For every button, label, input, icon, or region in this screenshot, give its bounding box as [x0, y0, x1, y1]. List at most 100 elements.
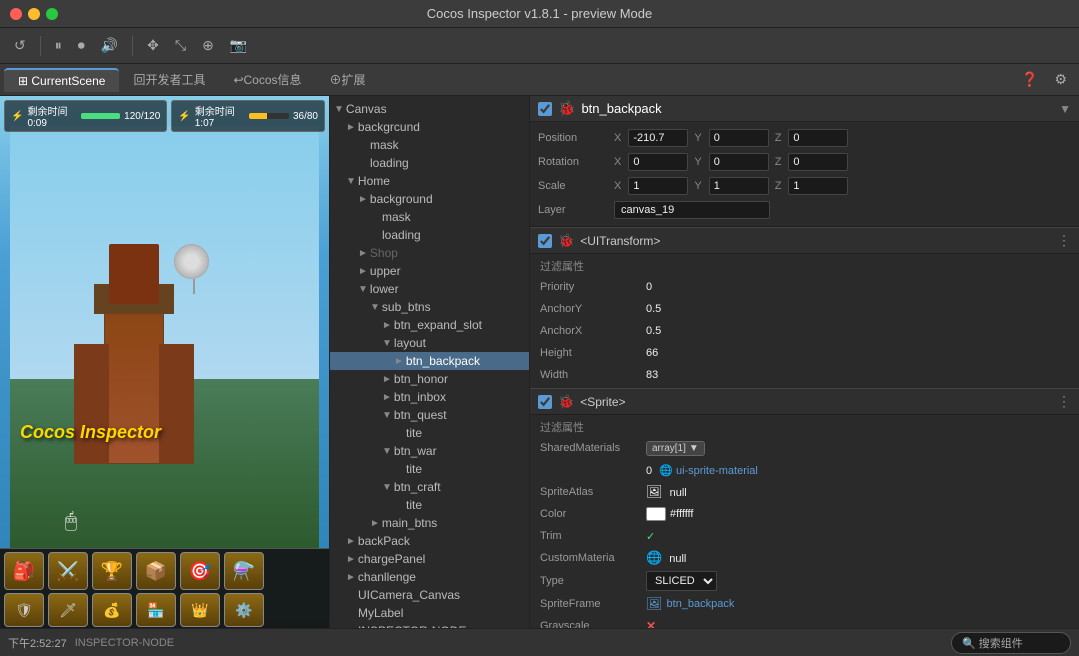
scale-y-input[interactable] — [709, 177, 769, 195]
tree-item[interactable]: ►upper — [330, 262, 529, 280]
height-value: 66 — [646, 347, 1069, 359]
pause-button[interactable]: ⏸ — [49, 33, 68, 58]
preview-hud: ⚡ 剩余时间 0:09 120/120 ⚡ 剩余时间 1:07 36/80 — [4, 100, 325, 132]
castle-area: Cocos Inspector — [10, 126, 319, 548]
tree-item[interactable]: ►main_btns — [330, 514, 529, 532]
hud-icon-5[interactable]: 🎯 — [180, 552, 220, 590]
rotation-y-input[interactable] — [709, 153, 769, 171]
hud-row-1: 🎒 ⚔️ 🏆 📦 🎯 ⚗️ — [0, 549, 329, 593]
hud-icon-6[interactable]: ⚗️ — [224, 552, 264, 590]
tree-item[interactable]: mask — [330, 208, 529, 226]
hud-icon-7[interactable]: 🛡 — [4, 593, 44, 627]
tree-item[interactable]: loading — [330, 154, 529, 172]
hud-icon-1[interactable]: 🎒 — [4, 552, 44, 590]
record-button[interactable]: ⏺ — [72, 33, 91, 58]
tree-item[interactable]: UICamera_Canvas — [330, 586, 529, 604]
tree-item[interactable]: ►backPack — [330, 532, 529, 550]
help-icon[interactable]: ❓ — [1013, 67, 1046, 92]
tree-item[interactable]: ▼sub_btns — [330, 298, 529, 316]
tree-arrow-icon: ▼ — [370, 302, 380, 313]
tab-dev-tools[interactable]: 回开发者工具 — [119, 67, 219, 92]
tree-item[interactable]: tite — [330, 496, 529, 514]
tree-item[interactable]: loading — [330, 226, 529, 244]
close-button[interactable] — [10, 8, 22, 20]
tree-item[interactable]: tite — [330, 460, 529, 478]
position-y-input[interactable] — [709, 129, 769, 147]
refresh-button[interactable]: ↺ — [8, 33, 32, 58]
hud-icon-3[interactable]: 🏆 — [92, 552, 132, 590]
type-select[interactable]: SLICED SIMPLE TILED FILLED — [646, 571, 717, 591]
hud-bar-1 — [81, 113, 121, 119]
tree-item[interactable]: ▼Canvas — [330, 100, 529, 118]
priority-row: Priority 0 — [530, 276, 1079, 298]
tree-arrow-icon: ▼ — [382, 446, 392, 457]
scale-x-input[interactable] — [628, 177, 688, 195]
tree-arrow-icon: ► — [358, 194, 368, 205]
tree-item[interactable]: ►btn_backpack — [330, 352, 529, 370]
layer-row: Layer — [538, 198, 1071, 222]
tree-item[interactable]: tite — [330, 424, 529, 442]
sprite-frame-link[interactable]: btn_backpack — [667, 598, 735, 610]
material-link[interactable]: 🌐 — [659, 465, 673, 477]
window-controls[interactable] — [10, 8, 58, 20]
rotation-z-input[interactable] — [788, 153, 848, 171]
tab-current-scene[interactable]: ⊞ CurrentScene — [4, 68, 119, 92]
scale-tool-button[interactable]: ⤡ — [169, 33, 192, 58]
node-collapse-icon[interactable]: ▼ — [1059, 102, 1071, 116]
anchor-tool-button[interactable]: ⊕ — [196, 33, 220, 58]
hud-icon-4[interactable]: 📦 — [136, 552, 176, 590]
node-enabled-checkbox[interactable] — [538, 102, 552, 116]
tree-item[interactable]: INSPECTOR-NODE — [330, 622, 529, 628]
tree-item[interactable]: ►btn_inbox — [330, 388, 529, 406]
uitransform-header: 🐞 <UITransform> ⋮ — [530, 227, 1079, 254]
settings-icon[interactable]: ⚙ — [1046, 67, 1075, 92]
tree-item[interactable]: ►btn_expand_slot — [330, 316, 529, 334]
position-x-input[interactable] — [628, 129, 688, 147]
window-title: Cocos Inspector v1.8.1 - preview Mode — [427, 6, 652, 21]
status-bar: 下午2:52:27 INSPECTOR-NODE 🔍 搜索组件 — [0, 628, 1079, 656]
sprite-enabled-checkbox[interactable] — [538, 395, 552, 409]
hud-icon-8[interactable]: 🗡 — [48, 593, 88, 627]
tree-item[interactable]: ►chargePanel — [330, 550, 529, 568]
sprite-menu-icon[interactable]: ⋮ — [1057, 393, 1071, 410]
tree-item[interactable]: ▼btn_quest — [330, 406, 529, 424]
preview-panel: ⚡ 剩余时间 0:09 120/120 ⚡ 剩余时间 1:07 36/80 — [0, 96, 330, 628]
tab-extensions[interactable]: ⊕扩展 — [316, 67, 380, 92]
tree-item[interactable]: ►Shop — [330, 244, 529, 262]
tree-item[interactable]: ►background — [330, 190, 529, 208]
hud-icon-11[interactable]: 👑 — [180, 593, 220, 627]
color-swatch-box[interactable] — [646, 507, 666, 521]
uitransform-enabled-checkbox[interactable] — [538, 234, 552, 248]
hud-icon-10[interactable]: 🏪 — [136, 593, 176, 627]
rotation-x-input[interactable] — [628, 153, 688, 171]
tree-item[interactable]: MyLabel — [330, 604, 529, 622]
tree-item[interactable]: ►btn_honor — [330, 370, 529, 388]
material-name-link[interactable]: ui-sprite-material — [676, 465, 758, 477]
layer-input[interactable] — [614, 201, 770, 219]
move-tool-button[interactable]: ✥ — [141, 33, 165, 58]
search-box[interactable]: 🔍 搜索组件 — [951, 632, 1071, 654]
tree-item[interactable]: ▼lower — [330, 280, 529, 298]
tree-item[interactable]: ▼btn_war — [330, 442, 529, 460]
position-z-input[interactable] — [788, 129, 848, 147]
tree-item[interactable]: ▼btn_craft — [330, 478, 529, 496]
scene-tree: ▼Canvas►backgrcundmaskloading▼Home►backg… — [330, 96, 529, 628]
audio-button[interactable]: 🔊 — [95, 33, 124, 58]
cursor-indicator: 🖱 — [65, 510, 77, 533]
screenshot-button[interactable]: 📷 — [224, 33, 253, 58]
tree-item[interactable]: ▼Home — [330, 172, 529, 190]
minimize-button[interactable] — [28, 8, 40, 20]
maximize-button[interactable] — [46, 8, 58, 20]
hud-icon-2[interactable]: ⚔️ — [48, 552, 88, 590]
grayscale-value[interactable]: ✕ — [646, 619, 656, 628]
uitransform-menu-icon[interactable]: ⋮ — [1057, 232, 1071, 249]
hud-icon-9[interactable]: 💰 — [92, 593, 132, 627]
scale-z-input[interactable] — [788, 177, 848, 195]
tree-item[interactable]: mask — [330, 136, 529, 154]
hud-icon-12[interactable]: ⚙️ — [224, 593, 264, 627]
tab-cocos-info[interactable]: ↩Cocos信息 — [219, 67, 315, 92]
tree-item[interactable]: ►chanllenge — [330, 568, 529, 586]
tree-item[interactable]: ▼layout — [330, 334, 529, 352]
tree-item[interactable]: ►backgrcund — [330, 118, 529, 136]
array-badge[interactable]: array[1] ▼ — [646, 441, 705, 456]
